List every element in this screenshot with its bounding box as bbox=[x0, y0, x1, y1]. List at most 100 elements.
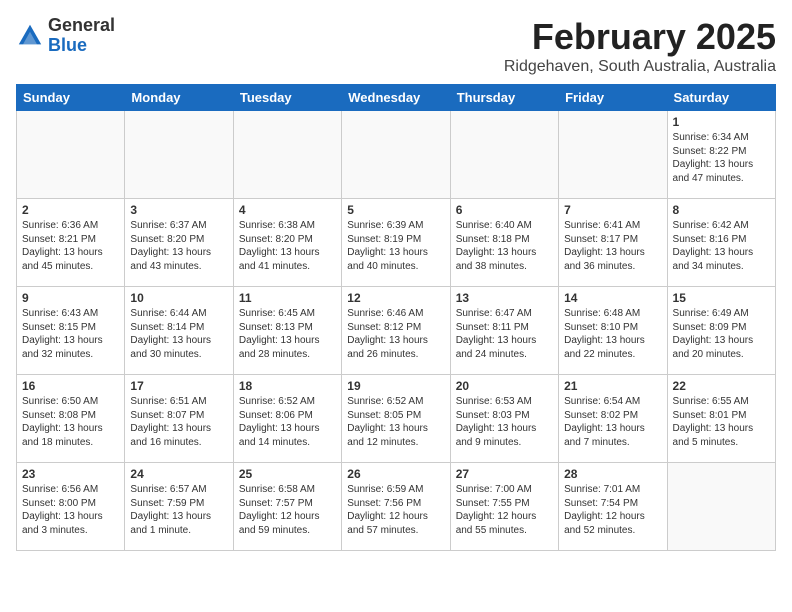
month-title: February 2025 bbox=[504, 16, 776, 58]
calendar-cell: 7 Sunrise: 6:41 AM Sunset: 8:17 PM Daylig… bbox=[559, 199, 667, 287]
day-number: 5 bbox=[347, 203, 444, 217]
logo: General Blue bbox=[16, 16, 115, 56]
day-number: 11 bbox=[239, 291, 336, 305]
calendar-cell: 26Sunrise: 6:59 AM Sunset: 7:56 PM Dayli… bbox=[342, 463, 450, 551]
day-info: Sunrise: 6:53 AM Sunset: 8:03 PM Dayligh… bbox=[456, 395, 553, 449]
day-number: 22 bbox=[673, 379, 770, 393]
title-block: February 2025 Ridgehaven, South Australi… bbox=[504, 16, 776, 76]
day-number: 7 bbox=[564, 203, 661, 217]
calendar-cell: 19 Sunrise: 6:52 AM Sunset: 8:05 PM Dayli… bbox=[342, 375, 450, 463]
day-number: 10 bbox=[130, 291, 227, 305]
week-row-3: 9Sunrise: 6:43 AM Sunset: 8:15 PM Daylig… bbox=[17, 287, 776, 375]
day-number: 25 bbox=[239, 467, 336, 481]
calendar-cell: 1Sunrise: 6:34 AM Sunset: 8:22 PM Daylig… bbox=[667, 111, 775, 199]
calendar-cell: 6Sunrise: 6:40 AM Sunset: 8:18 PM Daylig… bbox=[450, 199, 558, 287]
day-number: 13 bbox=[456, 291, 553, 305]
day-info: Sunrise: 6:50 AM Sunset: 8:08 PM Dayligh… bbox=[22, 395, 119, 449]
day-number: 2 bbox=[22, 203, 119, 217]
day-info: Sunrise: 6:38 AM Sunset: 8:20 PM Dayligh… bbox=[239, 219, 336, 273]
day-info: Sunrise: 6:37 AM Sunset: 8:20 PM Dayligh… bbox=[130, 219, 227, 273]
calendar-cell: 18 Sunrise: 6:52 AM Sunset: 8:06 PM Dayli… bbox=[233, 375, 341, 463]
page-header: General Blue February 2025 Ridgehaven, S… bbox=[16, 16, 776, 76]
day-number: 3 bbox=[130, 203, 227, 217]
calendar-cell: 24 Sunrise: 6:57 AM Sunset: 7:59 PM Dayli… bbox=[125, 463, 233, 551]
weekday-header-monday: Monday bbox=[125, 85, 233, 111]
day-info: Sunrise: 6:49 AM Sunset: 8:09 PM Dayligh… bbox=[673, 307, 770, 361]
day-info: Sunrise: 7:01 AM Sunset: 7:54 PM Dayligh… bbox=[564, 483, 661, 537]
day-info: Sunrise: 7:00 AM Sunset: 7:55 PM Dayligh… bbox=[456, 483, 553, 537]
logo-general: General bbox=[48, 15, 115, 35]
calendar-cell: 27 Sunrise: 7:00 AM Sunset: 7:55 PM Dayli… bbox=[450, 463, 558, 551]
day-number: 24 bbox=[130, 467, 227, 481]
calendar-cell: 25 Sunrise: 6:58 AM Sunset: 7:57 PM Dayli… bbox=[233, 463, 341, 551]
day-number: 23 bbox=[22, 467, 119, 481]
logo-text: General Blue bbox=[48, 16, 115, 56]
calendar-cell: 3 Sunrise: 6:37 AM Sunset: 8:20 PM Daylig… bbox=[125, 199, 233, 287]
day-info: Sunrise: 6:39 AM Sunset: 8:19 PM Dayligh… bbox=[347, 219, 444, 273]
calendar-cell: 12 Sunrise: 6:46 AM Sunset: 8:12 PM Dayli… bbox=[342, 287, 450, 375]
week-row-4: 16 Sunrise: 6:50 AM Sunset: 8:08 PM Dayli… bbox=[17, 375, 776, 463]
weekday-header-sunday: Sunday bbox=[17, 85, 125, 111]
weekday-header-thursday: Thursday bbox=[450, 85, 558, 111]
day-number: 20 bbox=[456, 379, 553, 393]
calendar-cell: 17Sunrise: 6:51 AM Sunset: 8:07 PM Dayli… bbox=[125, 375, 233, 463]
day-number: 16 bbox=[22, 379, 119, 393]
day-info: Sunrise: 6:48 AM Sunset: 8:10 PM Dayligh… bbox=[564, 307, 661, 361]
calendar-cell: 16 Sunrise: 6:50 AM Sunset: 8:08 PM Dayli… bbox=[17, 375, 125, 463]
location-subtitle: Ridgehaven, South Australia, Australia bbox=[504, 58, 776, 76]
day-number: 27 bbox=[456, 467, 553, 481]
calendar-cell: 10Sunrise: 6:44 AM Sunset: 8:14 PM Dayli… bbox=[125, 287, 233, 375]
day-info: Sunrise: 6:51 AM Sunset: 8:07 PM Dayligh… bbox=[130, 395, 227, 449]
week-row-5: 23Sunrise: 6:56 AM Sunset: 8:00 PM Dayli… bbox=[17, 463, 776, 551]
calendar-cell: 2 Sunrise: 6:36 AM Sunset: 8:21 PM Daylig… bbox=[17, 199, 125, 287]
day-info: Sunrise: 6:43 AM Sunset: 8:15 PM Dayligh… bbox=[22, 307, 119, 361]
week-row-1: 1Sunrise: 6:34 AM Sunset: 8:22 PM Daylig… bbox=[17, 111, 776, 199]
calendar-cell: 15 Sunrise: 6:49 AM Sunset: 8:09 PM Dayli… bbox=[667, 287, 775, 375]
day-info: Sunrise: 6:54 AM Sunset: 8:02 PM Dayligh… bbox=[564, 395, 661, 449]
day-info: Sunrise: 6:34 AM Sunset: 8:22 PM Dayligh… bbox=[673, 131, 770, 185]
day-info: Sunrise: 6:57 AM Sunset: 7:59 PM Dayligh… bbox=[130, 483, 227, 537]
calendar-cell bbox=[17, 111, 125, 199]
calendar-cell: 8 Sunrise: 6:42 AM Sunset: 8:16 PM Daylig… bbox=[667, 199, 775, 287]
logo-blue: Blue bbox=[48, 35, 87, 55]
calendar-cell bbox=[125, 111, 233, 199]
calendar-cell: 11 Sunrise: 6:45 AM Sunset: 8:13 PM Dayli… bbox=[233, 287, 341, 375]
calendar-cell: 23Sunrise: 6:56 AM Sunset: 8:00 PM Dayli… bbox=[17, 463, 125, 551]
calendar-table: SundayMondayTuesdayWednesdayThursdayFrid… bbox=[16, 84, 776, 551]
logo-icon bbox=[16, 22, 44, 50]
day-info: Sunrise: 6:58 AM Sunset: 7:57 PM Dayligh… bbox=[239, 483, 336, 537]
day-number: 6 bbox=[456, 203, 553, 217]
weekday-header-friday: Friday bbox=[559, 85, 667, 111]
day-info: Sunrise: 6:41 AM Sunset: 8:17 PM Dayligh… bbox=[564, 219, 661, 273]
weekday-header-wednesday: Wednesday bbox=[342, 85, 450, 111]
calendar-cell: 4Sunrise: 6:38 AM Sunset: 8:20 PM Daylig… bbox=[233, 199, 341, 287]
day-info: Sunrise: 6:46 AM Sunset: 8:12 PM Dayligh… bbox=[347, 307, 444, 361]
calendar-cell bbox=[667, 463, 775, 551]
day-number: 12 bbox=[347, 291, 444, 305]
day-info: Sunrise: 6:52 AM Sunset: 8:05 PM Dayligh… bbox=[347, 395, 444, 449]
day-number: 18 bbox=[239, 379, 336, 393]
calendar-cell: 9Sunrise: 6:43 AM Sunset: 8:15 PM Daylig… bbox=[17, 287, 125, 375]
day-number: 28 bbox=[564, 467, 661, 481]
calendar-cell: 20 Sunrise: 6:53 AM Sunset: 8:03 PM Dayli… bbox=[450, 375, 558, 463]
calendar-cell: 5 Sunrise: 6:39 AM Sunset: 8:19 PM Daylig… bbox=[342, 199, 450, 287]
day-info: Sunrise: 6:45 AM Sunset: 8:13 PM Dayligh… bbox=[239, 307, 336, 361]
day-info: Sunrise: 6:36 AM Sunset: 8:21 PM Dayligh… bbox=[22, 219, 119, 273]
day-number: 8 bbox=[673, 203, 770, 217]
weekday-header-row: SundayMondayTuesdayWednesdayThursdayFrid… bbox=[17, 85, 776, 111]
calendar-cell: 28 Sunrise: 7:01 AM Sunset: 7:54 PM Dayli… bbox=[559, 463, 667, 551]
day-number: 14 bbox=[564, 291, 661, 305]
day-number: 19 bbox=[347, 379, 444, 393]
day-info: Sunrise: 6:52 AM Sunset: 8:06 PM Dayligh… bbox=[239, 395, 336, 449]
calendar-cell bbox=[233, 111, 341, 199]
calendar-cell bbox=[450, 111, 558, 199]
week-row-2: 2 Sunrise: 6:36 AM Sunset: 8:21 PM Daylig… bbox=[17, 199, 776, 287]
day-number: 21 bbox=[564, 379, 661, 393]
day-number: 15 bbox=[673, 291, 770, 305]
weekday-header-tuesday: Tuesday bbox=[233, 85, 341, 111]
calendar-cell: 14 Sunrise: 6:48 AM Sunset: 8:10 PM Dayli… bbox=[559, 287, 667, 375]
calendar-cell: 21 Sunrise: 6:54 AM Sunset: 8:02 PM Dayli… bbox=[559, 375, 667, 463]
day-info: Sunrise: 6:55 AM Sunset: 8:01 PM Dayligh… bbox=[673, 395, 770, 449]
day-info: Sunrise: 6:42 AM Sunset: 8:16 PM Dayligh… bbox=[673, 219, 770, 273]
day-number: 26 bbox=[347, 467, 444, 481]
